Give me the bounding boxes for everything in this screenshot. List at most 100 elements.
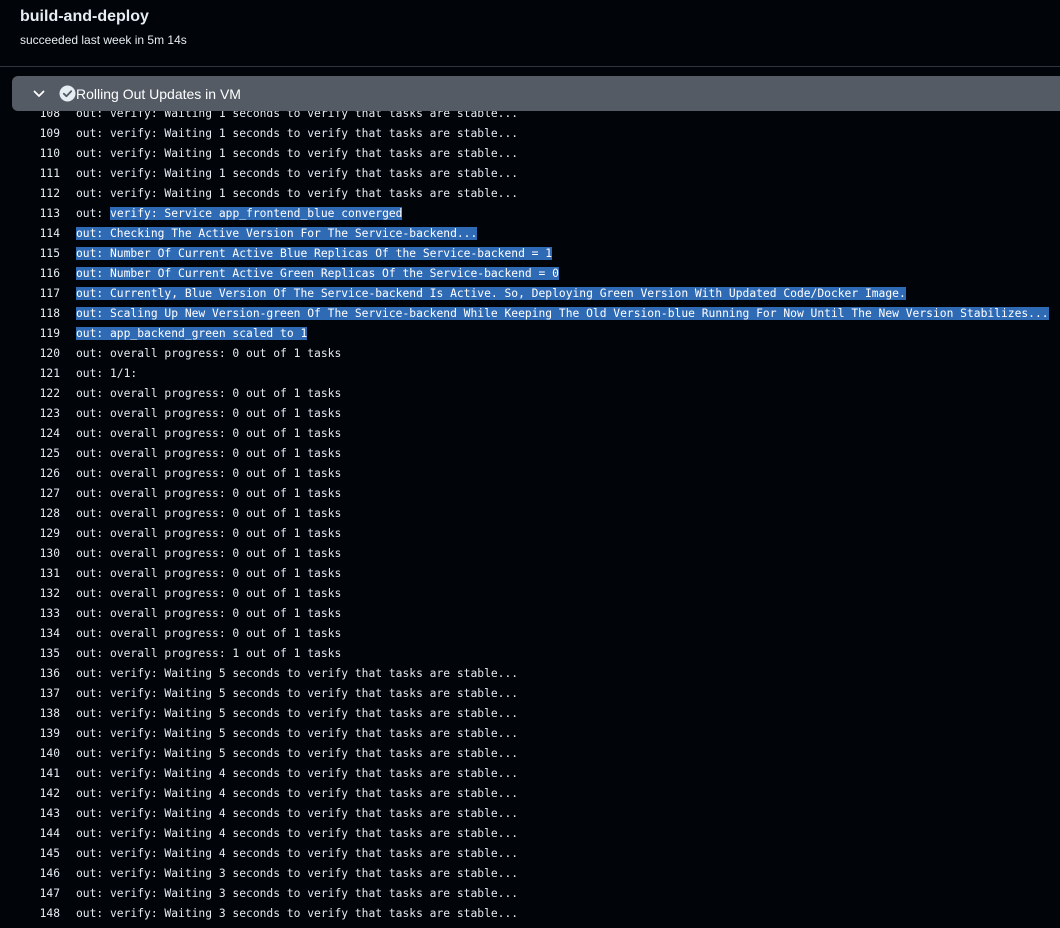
log-line: 142 out: verify: Waiting 4 seconds to ver… — [0, 784, 1060, 804]
selected-text: out: Currently, Blue Version Of The Serv… — [76, 287, 906, 300]
line-text: out: overall progress: 0 out of 1 tasks — [76, 387, 342, 400]
log-line: 145 out: verify: Waiting 4 seconds to ver… — [0, 844, 1060, 864]
line-number[interactable]: 116 — [0, 264, 60, 284]
log-line: 136 out: verify: Waiting 5 seconds to ver… — [0, 664, 1060, 684]
log-lines: 108 out: verify: Waiting 1 seconds to ver… — [0, 111, 1060, 924]
line-text: out: verify: Waiting 5 seconds to verify… — [76, 727, 519, 740]
line-text: out: verify: Waiting 4 seconds to verify… — [76, 847, 519, 860]
line-number[interactable]: 128 — [0, 504, 60, 524]
line-text: out: Currently, Blue Version Of The Serv… — [76, 284, 906, 304]
line-number[interactable]: 143 — [0, 804, 60, 824]
selected-text: out: Checking The Active Version For The… — [76, 227, 478, 240]
line-number[interactable]: 126 — [0, 464, 60, 484]
log-line: 119 out: app_backend_green scaled to 1 — [0, 324, 1060, 344]
line-number[interactable]: 138 — [0, 704, 60, 724]
line-number[interactable]: 147 — [0, 884, 60, 904]
line-text: out: verify: Waiting 5 seconds to verify… — [76, 667, 519, 680]
line-number[interactable]: 140 — [0, 744, 60, 764]
job-status: succeeded last week in 5m 14s — [20, 33, 187, 47]
line-number[interactable]: 139 — [0, 724, 60, 744]
log-line: 108 out: verify: Waiting 1 seconds to ver… — [0, 111, 1060, 124]
line-number[interactable]: 123 — [0, 404, 60, 424]
line-number[interactable]: 132 — [0, 584, 60, 604]
line-number[interactable]: 136 — [0, 664, 60, 684]
line-number[interactable]: 144 — [0, 824, 60, 844]
log-line: 132 out: overall progress: 0 out of 1 tas… — [0, 584, 1060, 604]
line-text: out: overall progress: 0 out of 1 tasks — [76, 467, 342, 480]
log-line: 139 out: verify: Waiting 5 seconds to ver… — [0, 724, 1060, 744]
log-line: 110 out: verify: Waiting 1 seconds to ver… — [0, 144, 1060, 164]
log-line: 115 out: Number Of Current Active Blue Re… — [0, 244, 1060, 264]
line-number[interactable]: 127 — [0, 484, 60, 504]
line-text: out: verify: Waiting 1 seconds to verify… — [76, 127, 519, 140]
selected-text: out: Scaling Up New Version-green Of The… — [76, 307, 1049, 320]
line-text: out: overall progress: 0 out of 1 tasks — [76, 627, 342, 640]
line-number[interactable]: 129 — [0, 524, 60, 544]
line-text: out: overall progress: 0 out of 1 tasks — [76, 407, 342, 420]
log-line: 120 out: overall progress: 0 out of 1 tas… — [0, 344, 1060, 364]
log-line: 131 out: overall progress: 0 out of 1 tas… — [0, 564, 1060, 584]
line-number[interactable]: 145 — [0, 844, 60, 864]
line-text: out: Number Of Current Active Green Repl… — [76, 264, 559, 284]
line-text: out: verify: Service app_frontend_blue c… — [76, 207, 403, 220]
line-number[interactable]: 121 — [0, 364, 60, 384]
line-number[interactable]: 141 — [0, 764, 60, 784]
line-number[interactable]: 114 — [0, 224, 60, 244]
line-text: out: Scaling Up New Version-green Of The… — [76, 304, 1049, 324]
line-text: out: overall progress: 0 out of 1 tasks — [76, 527, 342, 540]
line-text: out: overall progress: 0 out of 1 tasks — [76, 507, 342, 520]
line-number[interactable]: 134 — [0, 624, 60, 644]
selected-text: out: Number Of Current Active Blue Repli… — [76, 247, 553, 260]
log-line: 144 out: verify: Waiting 4 seconds to ver… — [0, 824, 1060, 844]
log-line: 128 out: overall progress: 0 out of 1 tas… — [0, 504, 1060, 524]
log-line: 137 out: verify: Waiting 5 seconds to ver… — [0, 684, 1060, 704]
log-line: 121 out: 1/1: — [0, 364, 1060, 384]
line-number[interactable]: 135 — [0, 644, 60, 664]
chevron-down-icon[interactable] — [32, 87, 46, 101]
line-number[interactable]: 122 — [0, 384, 60, 404]
line-number[interactable]: 133 — [0, 604, 60, 624]
line-number[interactable]: 108 — [0, 111, 60, 124]
log-line: 126 out: overall progress: 0 out of 1 tas… — [0, 464, 1060, 484]
log-line: 113 out: verify: Service app_frontend_blu… — [0, 204, 1060, 224]
line-text: out: overall progress: 0 out of 1 tasks — [76, 427, 342, 440]
line-text: out: verify: Waiting 3 seconds to verify… — [76, 907, 519, 920]
log-line: 109 out: verify: Waiting 1 seconds to ver… — [0, 124, 1060, 144]
line-text: out: Number Of Current Active Blue Repli… — [76, 244, 553, 264]
log-output[interactable]: 108 out: verify: Waiting 1 seconds to ver… — [0, 111, 1060, 928]
line-number[interactable]: 109 — [0, 124, 60, 144]
line-text: out: overall progress: 0 out of 1 tasks — [76, 487, 342, 500]
log-line: 135 out: overall progress: 1 out of 1 tas… — [0, 644, 1060, 664]
line-text: out: overall progress: 0 out of 1 tasks — [76, 347, 342, 360]
line-number[interactable]: 113 — [0, 204, 60, 224]
log-line: 133 out: overall progress: 0 out of 1 tas… — [0, 604, 1060, 624]
line-number[interactable]: 118 — [0, 304, 60, 324]
line-number[interactable]: 110 — [0, 144, 60, 164]
log-line: 124 out: overall progress: 0 out of 1 tas… — [0, 424, 1060, 444]
log-line: 134 out: overall progress: 0 out of 1 tas… — [0, 624, 1060, 644]
line-number[interactable]: 115 — [0, 244, 60, 264]
line-number[interactable]: 112 — [0, 184, 60, 204]
line-text: out: overall progress: 0 out of 1 tasks — [76, 567, 342, 580]
line-number[interactable]: 142 — [0, 784, 60, 804]
line-number[interactable]: 125 — [0, 444, 60, 464]
log-line: 123 out: overall progress: 0 out of 1 tas… — [0, 404, 1060, 424]
line-text: out: overall progress: 1 out of 1 tasks — [76, 647, 342, 660]
log-line: 130 out: overall progress: 0 out of 1 tas… — [0, 544, 1060, 564]
line-number[interactable]: 131 — [0, 564, 60, 584]
line-number[interactable]: 137 — [0, 684, 60, 704]
line-text: out: overall progress: 0 out of 1 tasks — [76, 447, 342, 460]
line-number[interactable]: 120 — [0, 344, 60, 364]
line-number[interactable]: 124 — [0, 424, 60, 444]
line-number[interactable]: 117 — [0, 284, 60, 304]
line-number[interactable]: 111 — [0, 164, 60, 184]
line-number[interactable]: 130 — [0, 544, 60, 564]
step-header[interactable]: Rolling Out Updates in VM — [12, 76, 1060, 111]
line-number[interactable]: 119 — [0, 324, 60, 344]
line-text: out: overall progress: 0 out of 1 tasks — [76, 587, 342, 600]
selected-text: verify: Service app_frontend_blue conver… — [110, 207, 403, 220]
selected-text: out: app_backend_green scaled to 1 — [76, 327, 308, 340]
line-number[interactable]: 146 — [0, 864, 60, 884]
line-text: out: overall progress: 0 out of 1 tasks — [76, 547, 342, 560]
line-number[interactable]: 148 — [0, 904, 60, 924]
